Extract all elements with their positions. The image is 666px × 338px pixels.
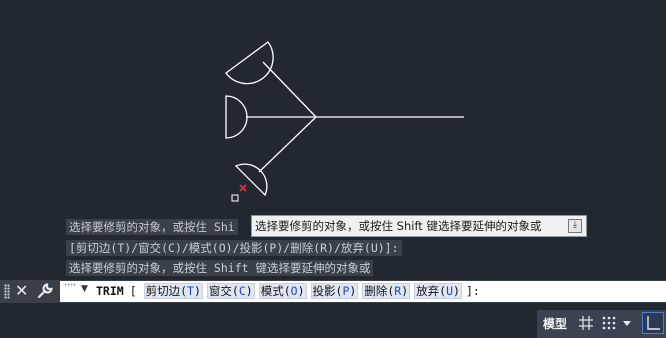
command-tooltip: 选择要修剪的对象，或按住 Shift 键选择要延伸的对象或 ⤓ [251,215,587,237]
drawing-geometry[interactable] [0,0,666,280]
option-fence[interactable]: 剪切边(T) [143,283,203,299]
ortho-icon[interactable] [642,312,664,334]
upper-branch-line[interactable] [262,61,317,118]
command-bar: ✕ ▼ TRIM [ 剪切边(T) 窗交(C) 模式(O) 投影(P) 删除(R) 放弃(U… [0,280,666,303]
model-tab[interactable]: 模型 [540,313,570,335]
close-icon[interactable]: ✕ [15,281,28,301]
recent-commands-grip-icon[interactable] [64,283,76,287]
history-line-3: 选择要修剪的对象，或按住 Shift 键选择要延伸的对象或 [66,260,374,276]
command-name: TRIM [96,284,124,298]
lower-branch-line[interactable] [258,116,317,173]
snap-icon[interactable] [600,314,618,332]
history-line-2: [剪切边(T)/窗交(C)/模式(O)/投影(P)/删除(R)/放弃(U)]: [66,240,402,256]
command-prompt: TRIM [ 剪切边(T) 窗交(C) 模式(O) 投影(P) 删除(R) 放弃(U)]: [96,283,480,300]
trim-cursor-icon [239,184,247,192]
chevron-down-icon[interactable]: ▼ [81,284,88,294]
dropdown-icon[interactable] [621,314,633,332]
drag-grip-icon[interactable] [4,284,10,299]
history-line-1: 选择要修剪的对象，或按住 Shi [66,219,238,235]
wrench-icon[interactable] [36,282,54,304]
option-open-bracket: [ [129,284,137,298]
option-mode[interactable]: 模式(O) [258,283,307,299]
status-bar: 模型 [0,303,666,338]
option-erase[interactable]: 删除(R) [362,283,411,299]
option-project[interactable]: 投影(P) [310,283,359,299]
middle-half-circle[interactable] [225,95,248,139]
command-input[interactable]: ▼ TRIM [ 剪切边(T) 窗交(C) 模式(O) 投影(P) 删除(R) 放弃(U)]… [60,281,666,302]
option-undo[interactable]: 放弃(U) [414,283,462,299]
pickbox-cursor [231,194,239,202]
grid-icon[interactable] [577,314,595,332]
drawing-canvas[interactable] [0,0,666,280]
top-half-circle[interactable] [225,41,274,85]
option-crossing[interactable]: 窗交(C) [206,283,255,299]
tooltip-download-icon[interactable]: ⤓ [568,219,582,233]
option-close-bracket: ]: [465,284,480,298]
tooltip-text: 选择要修剪的对象，或按住 Shift 键选择要延伸的对象或 [255,219,542,233]
